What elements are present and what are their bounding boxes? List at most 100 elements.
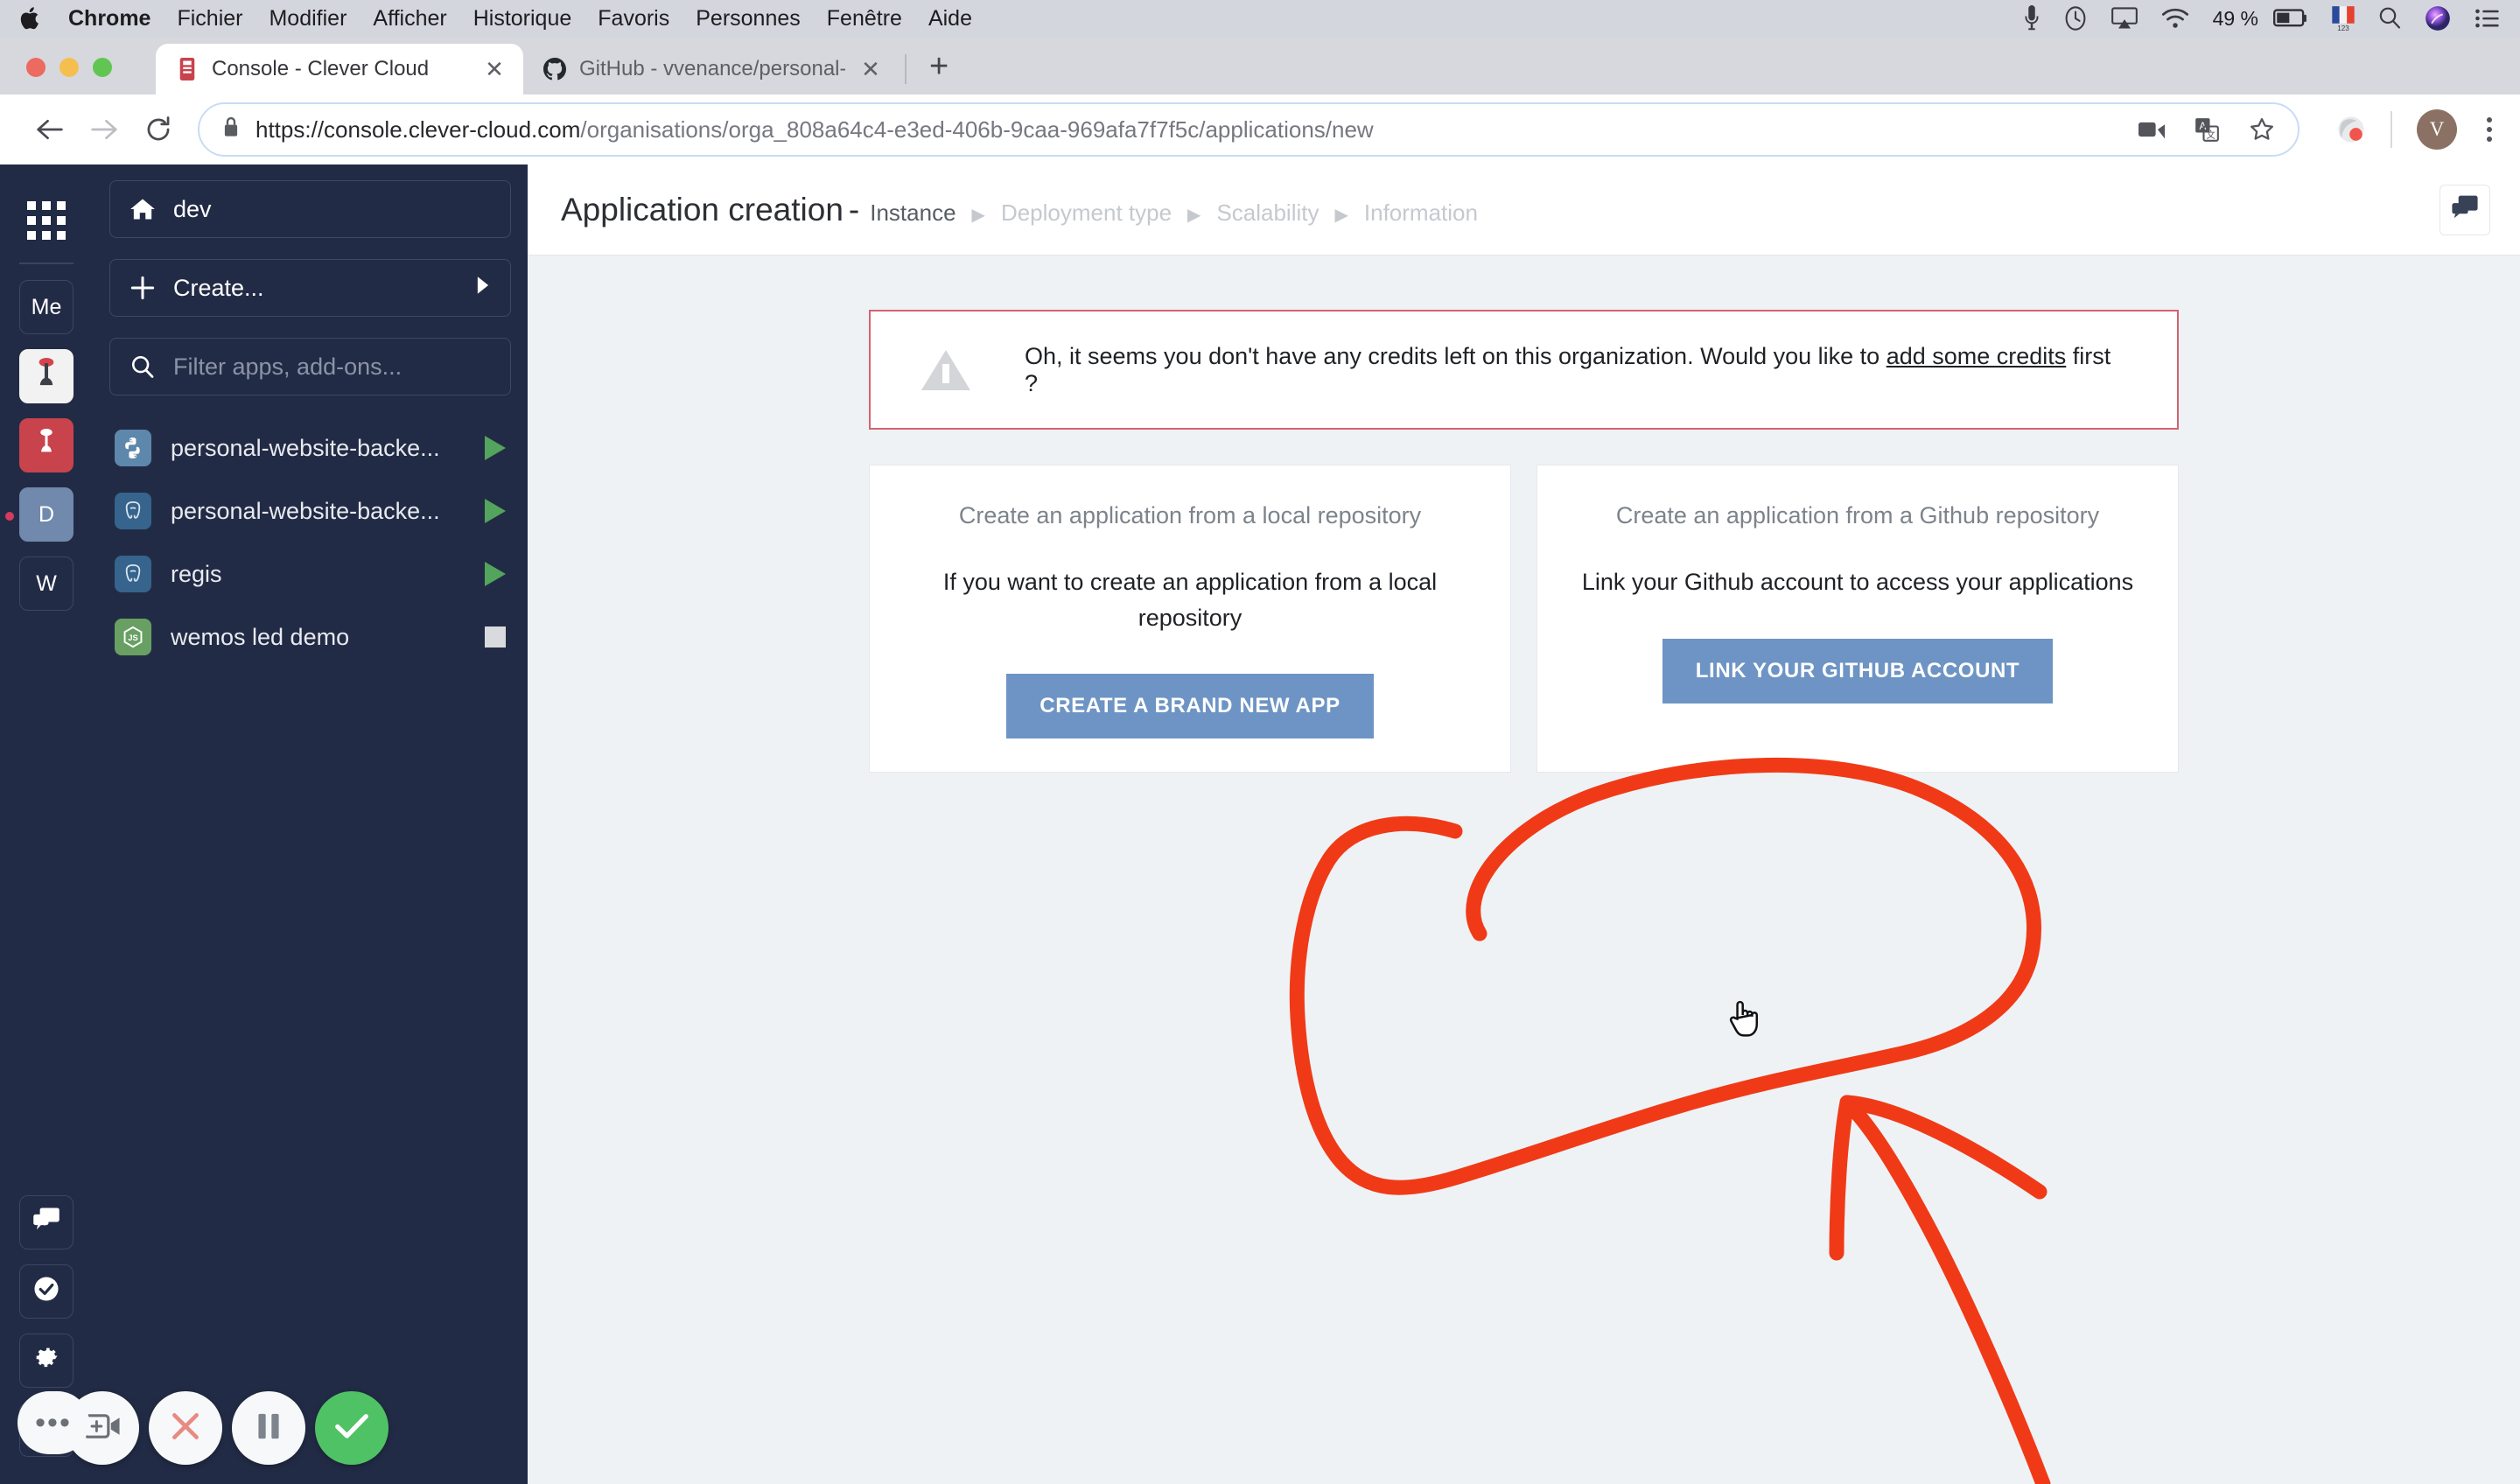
create-button[interactable]: Create... [109, 259, 511, 317]
app-name: regis [171, 560, 222, 587]
avatar[interactable]: V [2417, 109, 2457, 150]
add-credits-link[interactable]: add some credits [1886, 343, 2067, 369]
cast-icon[interactable] [2138, 120, 2165, 139]
menu-item-aide[interactable]: Aide [928, 6, 972, 32]
python-icon [115, 430, 151, 466]
back-button[interactable] [23, 102, 77, 157]
time-machine-icon[interactable] [2063, 5, 2088, 32]
menu-item-modifier[interactable]: Modifier [269, 6, 346, 32]
microphone-icon[interactable] [2024, 5, 2040, 32]
breadcrumb-step-information[interactable]: Information [1364, 200, 1478, 227]
close-tab-button[interactable]: ✕ [481, 56, 508, 83]
screen-recorder-extension-icon[interactable] [2336, 115, 2366, 144]
gear-icon [32, 1344, 60, 1378]
forward-button[interactable] [77, 102, 131, 157]
browser-tab-github[interactable]: GitHub - vvenance/personal-w ✕ [523, 44, 900, 94]
annotation-circle [1289, 758, 2041, 1195]
minimize-window-button[interactable] [60, 58, 79, 77]
breadcrumb-step-deployment-type[interactable]: Deployment type [1001, 200, 1172, 227]
sidebar-item-org-home[interactable]: dev [109, 180, 511, 238]
breadcrumb-dash: - [848, 191, 860, 228]
page-title: Application creation [561, 191, 844, 228]
menu-item-afficher[interactable]: Afficher [373, 6, 446, 32]
home-icon [130, 197, 156, 221]
rail-item-org-red[interactable] [19, 418, 74, 472]
rail-item-label: W [36, 570, 57, 596]
list-item[interactable]: personal-website-backe... [109, 480, 511, 542]
credits-warning-banner: Oh, it seems you don't have any credits … [869, 310, 2179, 430]
cancel-x-icon [169, 1410, 202, 1447]
bookmark-star-icon[interactable] [2249, 116, 2275, 143]
cancel-recording-button[interactable] [149, 1391, 222, 1465]
url-host: https://console.clever-cloud.com [256, 116, 581, 143]
siri-icon[interactable] [2425, 5, 2451, 32]
rail-item-org-white[interactable] [19, 349, 74, 403]
add-camera-icon [83, 1410, 122, 1446]
clever-cloud-logo-icon [35, 427, 58, 465]
browser-tab-title: Console - Clever Cloud [212, 57, 430, 80]
main-content: Application creation - Instance ▶ Deploy… [528, 164, 2520, 1484]
clever-cloud-logo-icon [33, 357, 60, 396]
menu-item-chrome[interactable]: Chrome [68, 6, 150, 32]
rail-item-org-w[interactable]: W [19, 556, 74, 611]
status-badge [485, 436, 506, 460]
wifi-icon[interactable] [2161, 7, 2189, 30]
french-flag-icon[interactable]: 123 [2332, 5, 2355, 32]
maximize-window-button[interactable] [93, 58, 112, 77]
spotlight-search-icon[interactable] [2378, 6, 2401, 31]
create-brand-new-app-button[interactable]: CREATE A BRAND NEW APP [1006, 674, 1374, 738]
plus-icon [130, 276, 156, 300]
menu-item-favoris[interactable]: Favoris [598, 6, 669, 32]
chevron-right-icon: ▶ [1187, 205, 1201, 225]
new-tab-button[interactable]: + [929, 48, 948, 86]
breadcrumb-step-instance[interactable]: Instance [870, 200, 956, 227]
status-check-icon [32, 1275, 60, 1309]
battery-icon[interactable] [2273, 8, 2308, 29]
postgresql-icon [115, 493, 151, 529]
chrome-browser-window: Console - Clever Cloud ✕ GitHub - vvenan… [0, 37, 2520, 1484]
menu-item-historique[interactable]: Historique [473, 6, 572, 32]
translate-icon[interactable]: A文 [2194, 117, 2219, 142]
window-traffic-lights[interactable] [26, 58, 112, 77]
link-github-account-button[interactable]: LINK YOUR GITHUB ACCOUNT [1662, 638, 2054, 704]
menu-item-fenetre[interactable]: Fenêtre [827, 6, 902, 32]
breadcrumb-step-scalability[interactable]: Scalability [1216, 200, 1319, 227]
chrome-menu-icon[interactable] [2482, 117, 2497, 142]
lock-icon [222, 116, 240, 144]
reload-button[interactable] [131, 102, 186, 157]
filter-apps-input[interactable]: Filter apps, add-ons... [109, 338, 511, 396]
airplay-icon[interactable] [2110, 6, 2138, 31]
recorder-more-button[interactable]: ••• [18, 1391, 89, 1454]
omnibox-icons: A文 [2138, 116, 2275, 143]
rail-item-chat[interactable] [19, 1195, 74, 1250]
svg-text:文: 文 [2206, 129, 2216, 140]
address-bar[interactable]: https://console.clever-cloud.com/organis… [198, 102, 2300, 157]
chevron-right-icon [475, 276, 491, 300]
app-grid-icon[interactable] [27, 201, 66, 240]
pause-recording-button[interactable] [232, 1391, 305, 1465]
chevron-right-icon: ▶ [1334, 205, 1348, 225]
list-item[interactable]: personal-website-backe... [109, 416, 511, 480]
rail-item-status[interactable] [19, 1264, 74, 1319]
rail-item-settings[interactable] [19, 1334, 74, 1388]
rail-item-me[interactable]: Me [19, 280, 74, 334]
finish-recording-button[interactable] [315, 1391, 388, 1465]
rail-item-org-d[interactable]: D [5, 487, 74, 542]
menu-item-fichier[interactable]: Fichier [177, 6, 242, 32]
apple-menu-icon[interactable] [19, 5, 42, 32]
red-annotation-overlay [1289, 758, 2051, 1484]
close-tab-button[interactable]: ✕ [858, 56, 884, 83]
chevron-right-icon: ▶ [971, 205, 985, 225]
tabs-container: Console - Clever Cloud ✕ GitHub - vvenan… [156, 44, 948, 94]
github-favicon [542, 57, 567, 81]
browser-tab-console-clever-cloud[interactable]: Console - Clever Cloud ✕ [156, 44, 523, 94]
nodejs-icon: JS [115, 619, 151, 655]
list-item[interactable]: JS wemos led demo [109, 606, 511, 668]
menu-item-personnes[interactable]: Personnes [696, 6, 801, 32]
list-item[interactable]: regis [109, 542, 511, 606]
pointing-hand-cursor [1725, 996, 1765, 1047]
app-name: personal-website-backe... [171, 497, 440, 524]
feedback-button[interactable] [2440, 184, 2490, 235]
close-window-button[interactable] [26, 58, 46, 77]
control-center-icon[interactable] [2474, 7, 2501, 30]
